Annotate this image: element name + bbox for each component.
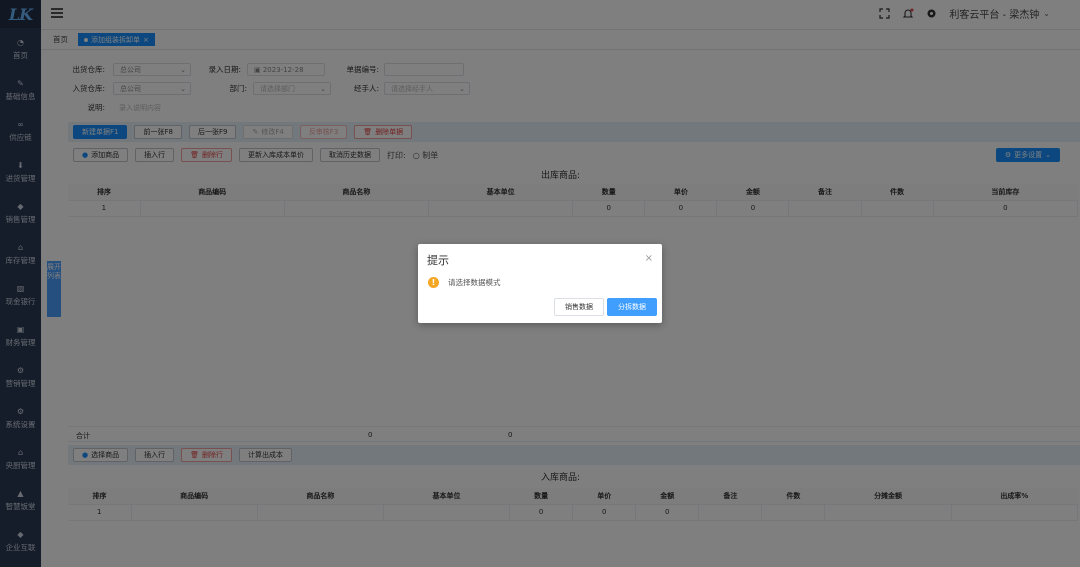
warning-icon: ! bbox=[428, 277, 439, 288]
dialog-message: 请选择数据模式 bbox=[448, 278, 501, 287]
dialog-title: 提示 bbox=[427, 254, 449, 267]
close-icon[interactable]: × bbox=[645, 253, 653, 264]
prompt-dialog: 提示 × ! 请选择数据模式 销售数据 分拆数据 bbox=[418, 244, 662, 323]
sales-data-button[interactable]: 销售数据 bbox=[554, 298, 604, 316]
split-data-button[interactable]: 分拆数据 bbox=[607, 298, 657, 316]
